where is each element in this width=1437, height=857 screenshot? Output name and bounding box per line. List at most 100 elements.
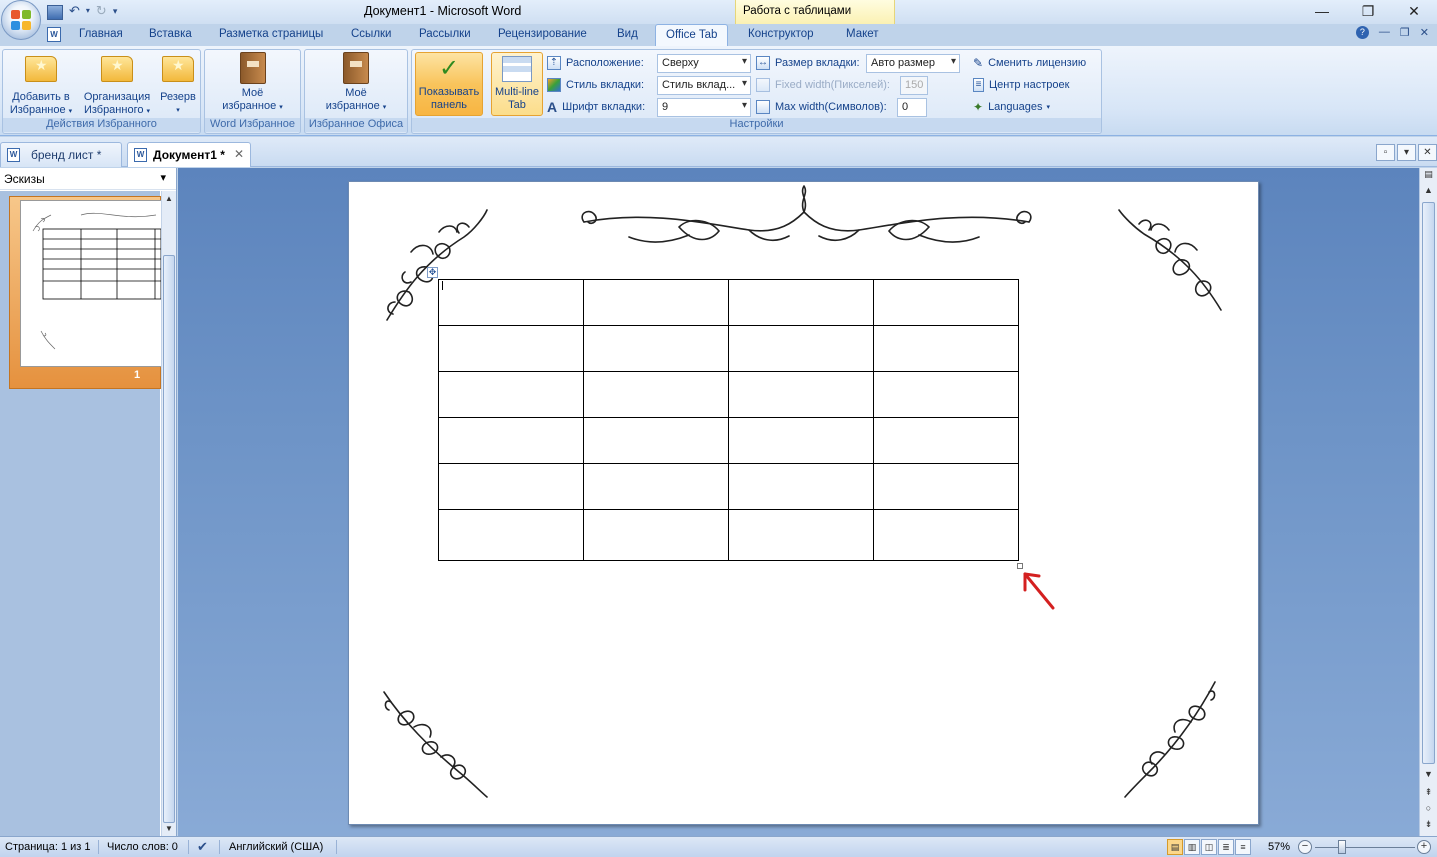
tab-home[interactable]: Главная [79, 28, 123, 40]
document-page[interactable]: ✥ [348, 181, 1259, 825]
table-cell[interactable] [728, 509, 874, 561]
tab-font-select[interactable]: 9 [657, 98, 751, 117]
tab-layout[interactable]: Макет [846, 28, 879, 40]
change-license-button[interactable]: ✎ Сменить лицензию [973, 53, 1086, 73]
draft-view-icon[interactable]: ≡ [1235, 839, 1251, 855]
thumbnails-scrollbar[interactable]: ▲ ▼ [161, 191, 176, 836]
table-cell[interactable] [583, 371, 729, 418]
tab-list-dropdown-icon[interactable]: ▾ [1397, 144, 1416, 161]
position-select[interactable]: Сверху [657, 54, 751, 73]
add-to-favorites-button[interactable]: Добавить в Избранное ▾ [5, 52, 77, 118]
tab-design[interactable]: Конструктор [748, 28, 814, 40]
customize-qat-icon[interactable]: ▾ [113, 2, 118, 20]
minimize-icon[interactable]: — [1299, 0, 1345, 22]
doc-tab-brand-list[interactable]: W бренд лист * [0, 142, 122, 167]
word-doc-icon[interactable]: W [47, 27, 61, 42]
outline-view-icon[interactable]: ≣ [1218, 839, 1234, 855]
my-word-favorites-button[interactable]: Моё избранное ▾ [205, 52, 300, 114]
scroll-up-icon[interactable]: ▲ [162, 194, 176, 203]
next-page-icon[interactable]: ⇟ [1422, 818, 1435, 831]
table-cell[interactable] [583, 325, 729, 372]
office-button[interactable] [1, 0, 41, 40]
close-tab-icon[interactable]: ✕ [234, 147, 244, 161]
fixed-width-input[interactable]: 150 [900, 76, 928, 95]
previous-page-icon[interactable]: ⇞ [1422, 786, 1435, 799]
tab-references[interactable]: Ссылки [351, 28, 392, 40]
zoom-slider-knob[interactable] [1338, 840, 1346, 854]
thumbnails-header[interactable]: Эскизы [0, 168, 176, 190]
print-layout-icon[interactable]: ▤ [1167, 839, 1183, 855]
thumbnails-scroll-thumb[interactable] [163, 255, 175, 823]
table-cell[interactable] [873, 371, 1019, 418]
table-cell[interactable] [873, 417, 1019, 464]
settings-center-button[interactable]: ≡ Центр настроек [973, 75, 1069, 95]
web-layout-icon[interactable]: ◫ [1201, 839, 1217, 855]
languages-button[interactable]: ✦ Languages ▾ [973, 97, 1050, 117]
zoom-out-icon[interactable]: − [1298, 840, 1312, 854]
table-cell[interactable] [438, 325, 584, 372]
ribbon-minimize-icon[interactable]: — [1379, 26, 1390, 39]
redo-icon[interactable]: ↻ [96, 2, 107, 20]
table-cell[interactable] [438, 417, 584, 464]
page-count[interactable]: Страница: 1 из 1 [5, 841, 91, 853]
help-icon[interactable]: ? [1355, 26, 1369, 39]
tab-mailings[interactable]: Рассылки [419, 28, 471, 40]
word-count[interactable]: Число слов: 0 [107, 841, 178, 853]
table-cell[interactable] [438, 509, 584, 561]
table-cell[interactable] [583, 509, 729, 561]
scroll-down-icon[interactable]: ▼ [1422, 768, 1435, 781]
table-cell[interactable] [728, 463, 874, 510]
undo-dropdown-icon[interactable]: ▾ [86, 2, 90, 20]
table-cell[interactable] [583, 417, 729, 464]
zoom-level[interactable]: 57% [1268, 841, 1290, 853]
tab-style-select[interactable]: Стиль вклад... [657, 76, 751, 95]
close-document-icon[interactable]: ✕ [1418, 144, 1437, 161]
tab-office-tab[interactable]: Office Tab [655, 24, 729, 47]
tab-insert[interactable]: Вставка [149, 28, 192, 40]
table-cell[interactable] [438, 463, 584, 510]
language-indicator[interactable]: Английский (США) [229, 841, 323, 853]
table-cell[interactable] [728, 417, 874, 464]
ribbon-restore-icon[interactable]: ❐ [1400, 26, 1410, 39]
save-icon[interactable] [47, 4, 63, 20]
tab-page-layout[interactable]: Разметка страницы [219, 28, 323, 40]
table-cell[interactable] [728, 371, 874, 418]
doc-tab-document1[interactable]: W Документ1 * ✕ [127, 142, 251, 167]
document-scrollbar[interactable]: ▤ ▲ ▼ ⇞ ○ ⇟ [1419, 168, 1437, 836]
thumbnail-page-1[interactable]: 1 [9, 196, 162, 389]
document-table[interactable] [438, 279, 1019, 561]
table-cell[interactable] [438, 371, 584, 418]
backup-button[interactable]: Резерв ▾ [155, 52, 201, 117]
multiline-tab-button[interactable]: Multi-line Tab [491, 52, 543, 116]
table-cell[interactable] [873, 279, 1019, 326]
table-move-handle-icon[interactable]: ✥ [427, 267, 438, 278]
table-cell[interactable] [728, 279, 874, 326]
select-browse-object-icon[interactable]: ○ [1422, 802, 1435, 815]
organize-favorites-button[interactable]: Организация Избранного ▾ [79, 52, 155, 118]
table-cell[interactable] [873, 325, 1019, 372]
table-cell[interactable] [873, 463, 1019, 510]
scroll-up-icon[interactable]: ▲ [1422, 184, 1435, 197]
table-cell[interactable] [438, 279, 584, 326]
ribbon-close-icon[interactable]: ✕ [1420, 26, 1429, 39]
zoom-in-icon[interactable]: + [1417, 840, 1431, 854]
ruler-toggle-icon[interactable]: ▤ [1422, 168, 1435, 181]
new-document-icon[interactable]: ▫ [1376, 144, 1395, 161]
tab-size-select[interactable]: Авто размер [866, 54, 960, 73]
close-icon[interactable]: ✕ [1391, 0, 1437, 22]
show-panel-button[interactable]: ✓ Показывать панель [415, 52, 483, 116]
max-width-input[interactable]: 0 [897, 98, 927, 117]
zoom-slider-track[interactable] [1315, 847, 1415, 848]
table-cell[interactable] [873, 509, 1019, 561]
my-office-favorites-button[interactable]: Моё избранное ▾ [305, 52, 407, 114]
table-cell[interactable] [728, 325, 874, 372]
proofing-icon[interactable]: ✔ [197, 839, 208, 855]
document-scroll-thumb[interactable] [1422, 202, 1435, 764]
full-screen-reading-icon[interactable]: ▥ [1184, 839, 1200, 855]
maximize-icon[interactable]: ❐ [1345, 0, 1391, 22]
tab-view[interactable]: Вид [617, 28, 638, 40]
scroll-down-icon[interactable]: ▼ [162, 824, 176, 833]
table-cell[interactable] [583, 279, 729, 326]
tab-review[interactable]: Рецензирование [498, 28, 587, 40]
table-cell[interactable] [583, 463, 729, 510]
